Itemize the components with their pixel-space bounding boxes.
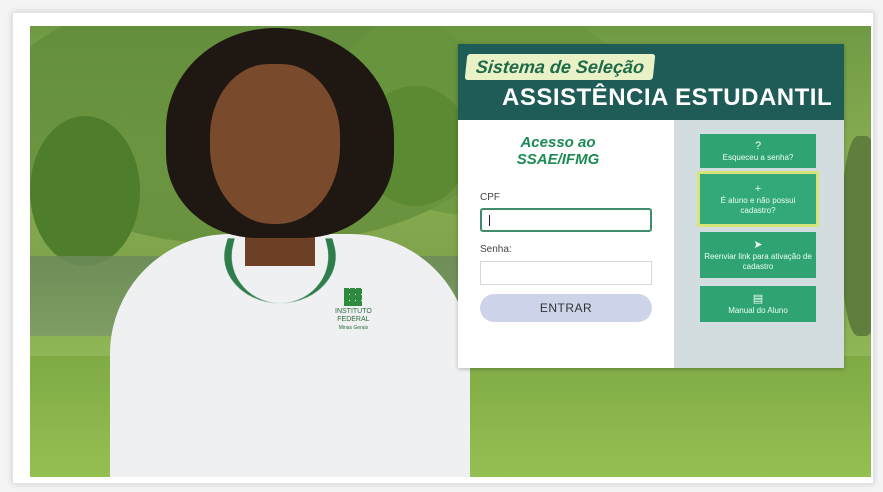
cpf-label: CPF [480,192,500,203]
senha-label: Senha: [480,244,512,255]
access-title: Acesso ao SSAE/IFMG [516,134,600,168]
password-input[interactable] [480,261,652,285]
ifmg-logo-icon [344,288,363,306]
forgot-password-label: Esqueceu a senha? [722,152,794,162]
ifmg-shirt-logo: INSTITUTO FEDERAL Minas Gerais [335,288,372,332]
manual-icon: ▤ [752,292,764,305]
logo-text-line2: FEDERAL [337,316,370,323]
student-manual-button[interactable]: ▤ Manual do Aluno [700,286,816,322]
login-card: Sistema de Seleção ASSISTÊNCIA ESTUDANTI… [458,44,844,368]
send-icon: ➤ [753,238,763,251]
resend-activation-button[interactable]: ➤ Reenviar link para ativação de cadastr… [700,232,816,278]
side-actions: ? Esqueceu a senha? + É aluno e não poss… [674,120,844,368]
logo-text-line1: INSTITUTO [335,308,372,315]
question-circle-icon: ? [754,139,762,152]
forgot-password-button[interactable]: ? Esqueceu a senha? [700,134,816,168]
resend-activation-label: Reenviar link para ativação de cadastro [704,251,812,271]
login-form: Acesso ao SSAE/IFMG CPF Senha: ENTRAR [458,120,674,368]
register-button[interactable]: + É aluno e não possui cadastro? [697,171,819,227]
card-header: Sistema de Seleção ASSISTÊNCIA ESTUDANTI… [458,44,844,120]
login-button[interactable]: ENTRAR [480,294,652,322]
logo-text-line3: Minas Gerais [338,325,369,331]
add-user-icon: + [754,182,762,195]
system-subtitle: Sistema de Seleção [464,54,656,80]
system-title: ASSISTÊNCIA ESTUDANTIL [502,84,833,111]
register-label: É aluno e não possui cadastro? [720,195,796,215]
student-manual-label: Manual do Aluno [728,305,788,315]
student-photo: INSTITUTO FEDERAL Minas Gerais [70,26,490,477]
cpf-input[interactable] [480,208,652,232]
